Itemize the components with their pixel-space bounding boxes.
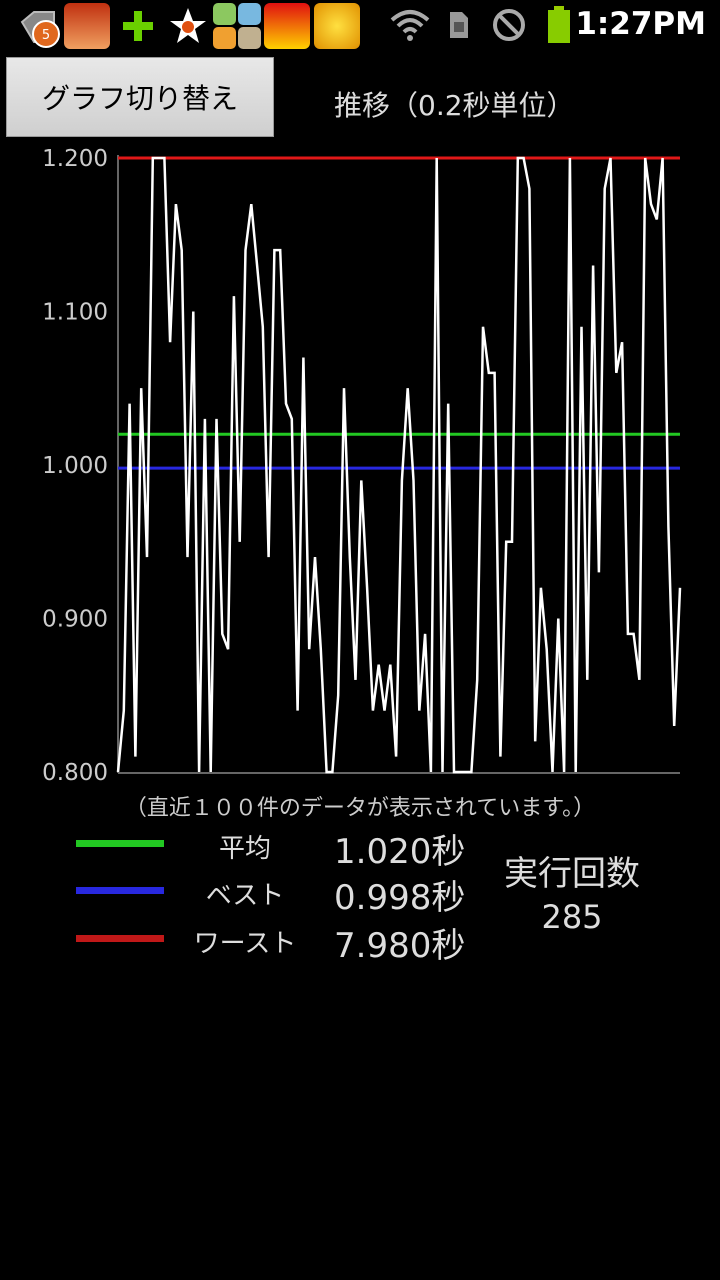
- legend-worst-value: 7.980秒: [334, 926, 466, 966]
- plus-icon[interactable]: [120, 8, 156, 44]
- legend-best-line: [76, 887, 164, 894]
- legend-worst-line: [76, 935, 164, 942]
- blocked-icon: [493, 9, 525, 41]
- series-line: [116, 156, 682, 774]
- slot-icon[interactable]: [314, 3, 360, 49]
- run-count-label: 実行回数: [504, 854, 640, 894]
- app-icon-grid[interactable]: [212, 2, 262, 50]
- legend-best-value: 0.998秒: [334, 878, 466, 918]
- clock: 1:27PM: [575, 6, 706, 42]
- graph-title: 推移（0.2秒単位）: [334, 89, 575, 122]
- legend-best-label: ベスト: [205, 881, 285, 911]
- graph-switch-button[interactable]: グラフ切り替え: [6, 57, 274, 137]
- uno-icon[interactable]: [264, 3, 310, 49]
- legend-average-value: 1.020秒: [334, 832, 466, 872]
- star-icon[interactable]: [168, 6, 208, 46]
- wifi-icon: [390, 10, 430, 41]
- legend-average-line: [76, 840, 164, 847]
- y-tick-label: 1.000: [42, 453, 108, 479]
- battery-icon: [548, 6, 570, 43]
- data-note: （直近１００件のデータが表示されています。）: [124, 796, 596, 821]
- legend-worst-label: ワースト: [193, 929, 297, 959]
- sim-icon: [450, 12, 468, 38]
- line-chart: 1.200 1.100 1.000 0.900 0.800: [42, 146, 682, 785]
- notification-count: 5: [32, 20, 60, 48]
- y-tick-label: 1.200: [42, 146, 108, 172]
- status-bar: 5 1:27PM: [0, 0, 720, 50]
- app-icon-hero[interactable]: [64, 3, 110, 49]
- y-tick-label: 0.800: [42, 760, 108, 785]
- y-tick-label: 1.100: [42, 300, 108, 326]
- legend-average-label: 平均: [218, 834, 271, 864]
- run-count-value: 285: [541, 898, 603, 936]
- y-tick-label: 0.900: [42, 607, 108, 633]
